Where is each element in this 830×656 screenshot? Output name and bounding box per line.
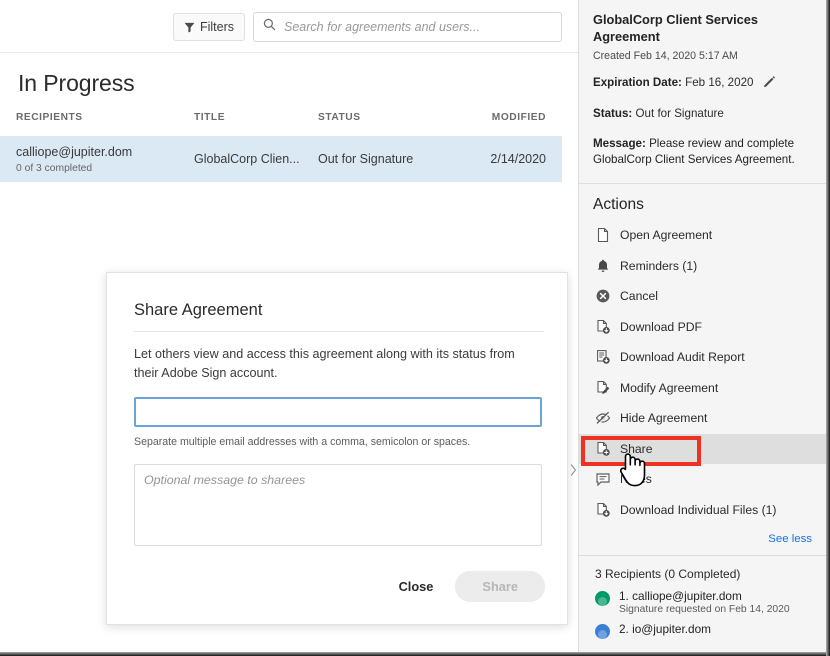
row-recipient: calliope@jupiter.dom — [16, 145, 133, 159]
column-header-recipients: RECIPIENTS — [16, 112, 83, 123]
email-hint-text: Separate multiple email addresses with a… — [134, 435, 471, 448]
table-row[interactable]: calliope@jupiter.dom 0 of 3 completed Gl… — [0, 136, 562, 182]
action-label: Download Individual Files (1) — [620, 502, 777, 517]
action-notes[interactable]: Notes — [579, 464, 826, 495]
action-reminders[interactable]: Reminders (1) — [579, 251, 826, 282]
action-cancel[interactable]: Cancel — [579, 281, 826, 312]
action-label: Share — [620, 441, 653, 456]
status-label: Status: — [593, 106, 633, 120]
dialog-title: Share Agreement — [134, 301, 263, 319]
close-button[interactable]: Close — [391, 573, 442, 600]
document-share-icon — [595, 441, 611, 457]
actions-list: Open Agreement Reminders (1) Cancel Down… — [579, 220, 826, 527]
row-status: Out for Signature — [318, 152, 414, 166]
action-label: Notes — [620, 472, 652, 487]
action-label: Download Audit Report — [620, 350, 745, 365]
dialog-description: Let others view and access this agreemen… — [134, 347, 515, 380]
column-header-modified: MODIFIED — [491, 112, 546, 123]
see-less-row: See less — [579, 527, 826, 555]
see-less-link[interactable]: See less — [768, 533, 812, 545]
bell-icon — [595, 258, 611, 274]
expiration-date-value: Feb 16, 2020 — [685, 75, 754, 89]
page-title: In Progress — [18, 70, 135, 96]
action-label: Cancel — [620, 289, 658, 304]
document-edit-icon — [595, 380, 611, 396]
recipient-item[interactable]: 1. calliope@jupiter.dom Signature reques… — [579, 589, 826, 622]
app-window: Filters In Progress RECIPIENTS TITLE STA… — [0, 0, 830, 656]
action-download-individual-files[interactable]: Download Individual Files (1) — [579, 495, 826, 526]
row-recipient-progress: 0 of 3 completed — [16, 163, 93, 174]
recipient-item[interactable]: 2. io@jupiter.dom — [579, 622, 826, 646]
action-download-audit-report[interactable]: Download Audit Report — [579, 342, 826, 373]
window-frame-bottom — [0, 652, 830, 656]
action-open-agreement[interactable]: Open Agreement — [579, 220, 826, 251]
expiration-date-label: Expiration Date: — [593, 75, 682, 89]
filters-button-label: Filters — [199, 20, 235, 34]
message-row: Message: Please review and complete Glob… — [593, 136, 812, 169]
share-agreement-dialog: Share Agreement Let others view and acce… — [106, 272, 568, 625]
message-label: Message: — [593, 136, 646, 150]
column-header-status: STATUS — [318, 112, 361, 123]
share-button[interactable]: Share — [455, 571, 545, 602]
funnel-icon — [184, 22, 195, 33]
share-message-textarea[interactable] — [134, 463, 542, 546]
recipients-header: 3 Recipients (0 Completed) — [595, 567, 741, 582]
avatar — [595, 624, 610, 640]
actions-section-title: Actions — [593, 196, 644, 214]
recipient-name: 1. calliope@jupiter.dom — [619, 589, 742, 604]
agreement-summary: GlobalCorp Client Services Agreement Cre… — [579, 0, 826, 169]
search-icon — [263, 18, 276, 36]
chevron-right-icon[interactable] — [569, 462, 578, 478]
status-value: Out for Signature — [635, 106, 724, 120]
agreement-created-date: Created Feb 14, 2020 5:17 AM — [593, 49, 738, 62]
search-input[interactable] — [284, 20, 544, 34]
agreement-details-panel: GlobalCorp Client Services Agreement Cre… — [578, 0, 826, 652]
cancel-circle-icon — [595, 288, 611, 304]
avatar — [595, 591, 610, 607]
action-label: Open Agreement — [620, 228, 713, 243]
expiration-date-row: Expiration Date: Feb 16, 2020 — [593, 75, 812, 93]
search-box[interactable] — [253, 12, 562, 42]
column-header-title: TITLE — [194, 112, 226, 123]
recipient-name: 2. io@jupiter.dom — [619, 622, 711, 637]
row-title: GlobalCorp Clien... — [194, 152, 300, 166]
document-download-icon — [595, 502, 611, 518]
status-row: Status: Out for Signature — [593, 106, 812, 122]
filters-button[interactable]: Filters — [173, 13, 245, 41]
row-modified: 2/14/2020 — [490, 152, 546, 166]
table-header: RECIPIENTS TITLE STATUS MODIFIED — [0, 112, 562, 136]
action-label: Hide Agreement — [620, 411, 708, 426]
note-icon — [595, 471, 611, 487]
agreement-title: GlobalCorp Client Services Agreement — [593, 12, 758, 44]
action-download-pdf[interactable]: Download PDF — [579, 312, 826, 343]
document-icon — [595, 227, 611, 243]
action-label: Modify Agreement — [620, 380, 719, 395]
document-download-icon — [595, 319, 611, 335]
share-email-input[interactable] — [134, 396, 542, 427]
recipient-status: Signature requested on Feb 14, 2020 — [619, 604, 790, 616]
pencil-icon[interactable] — [763, 75, 776, 93]
eye-off-icon — [595, 410, 611, 426]
dialog-footer: Close Share — [391, 571, 545, 602]
top-toolbar: Filters — [0, 0, 578, 53]
action-label: Reminders (1) — [620, 258, 698, 273]
action-hide-agreement[interactable]: Hide Agreement — [579, 403, 826, 434]
action-share[interactable]: Share — [579, 433, 826, 465]
action-label: Download PDF — [620, 319, 702, 334]
window-frame-right — [826, 0, 830, 656]
action-modify-agreement[interactable]: Modify Agreement — [579, 373, 826, 404]
report-download-icon — [595, 349, 611, 365]
